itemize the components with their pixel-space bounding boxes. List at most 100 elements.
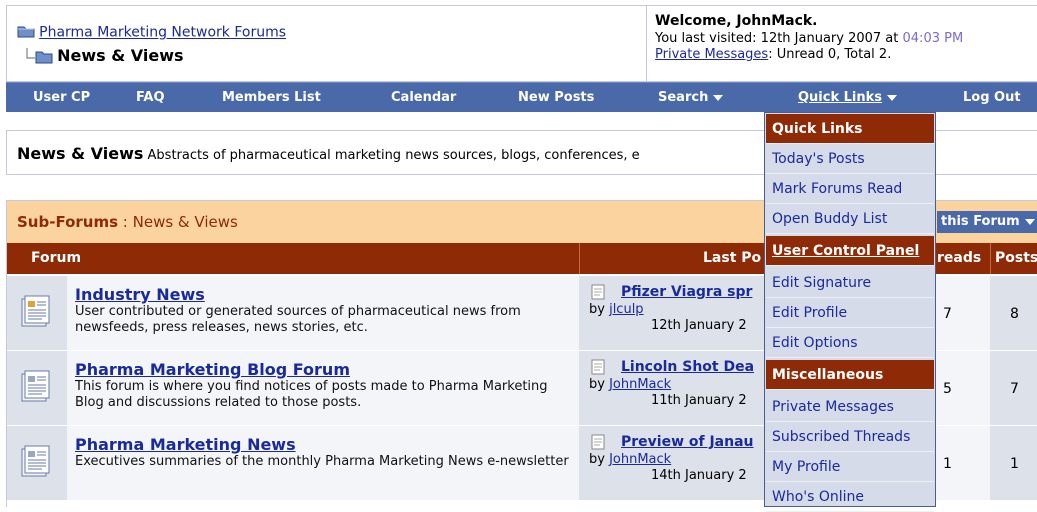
- forum-tools-label: this Forum: [941, 214, 1020, 229]
- nav-quick-links-label: Quick Links: [798, 90, 883, 105]
- menu-header-user-control-panel[interactable]: User Control Panel: [766, 236, 934, 266]
- threads-cell: 5: [934, 351, 990, 425]
- forum-description-line: News & Views Abstracts of pharmaceutical…: [17, 144, 640, 163]
- last-visited: You last visited: 12th January 2007 at 0…: [655, 31, 963, 46]
- last-post-by: by JohnMack: [589, 452, 671, 467]
- posts-cell: 7: [990, 351, 1037, 425]
- last-post-by: by jlculp: [589, 302, 644, 317]
- last-post-date: 11th January 2: [651, 393, 747, 408]
- post-count: 8: [1010, 306, 1019, 322]
- column-divider: [579, 243, 580, 274]
- last-visited-label: You last visited: 12th January 2007 at: [655, 31, 903, 46]
- column-threads[interactable]: reads: [937, 250, 981, 266]
- chevron-down-icon: [1024, 218, 1035, 225]
- menu-item-edit-signature[interactable]: Edit Signature: [766, 268, 934, 298]
- last-post-title-link[interactable]: Lincoln Shot Dea: [621, 359, 754, 375]
- forum-cell: Industry News User contributed or genera…: [67, 276, 579, 350]
- by-label: by: [589, 302, 610, 317]
- forum-tools-button[interactable]: this Forum: [937, 211, 1037, 233]
- menu-item-private-messages[interactable]: Private Messages: [766, 392, 934, 422]
- forum-folder-icon: [17, 24, 35, 42]
- posts-cell: 8: [990, 276, 1037, 350]
- menu-item-whos-online[interactable]: Who's Online: [766, 482, 934, 512]
- menu-item-my-profile[interactable]: My Profile: [766, 452, 934, 482]
- threads-cell: 1: [934, 426, 990, 500]
- nav-search-label: Search: [658, 90, 709, 105]
- by-label: by: [589, 452, 610, 467]
- welcome-panel: Welcome, JohnMack. You last visited: 12t…: [646, 6, 1037, 81]
- chevron-down-icon: [713, 94, 724, 101]
- by-label: by: [589, 377, 610, 392]
- pm-status: : Unread 0, Total 2.: [768, 47, 892, 62]
- forum-description-title: News & Views: [17, 144, 144, 163]
- thread-count: 5: [943, 381, 952, 397]
- nav-faq[interactable]: FAQ: [136, 83, 165, 113]
- last-post-user-link[interactable]: jlculp: [609, 302, 643, 317]
- pm-summary: Private Messages: Unread 0, Total 2.: [655, 47, 891, 62]
- last-post-user-link[interactable]: JohnMack: [609, 452, 671, 467]
- thread-count: 7: [943, 306, 952, 322]
- menu-header-miscellaneous: Miscellaneous: [766, 360, 934, 390]
- last-post-user-link[interactable]: JohnMack: [609, 377, 671, 392]
- menu-item-mark-forums-read[interactable]: Mark Forums Read: [766, 174, 934, 204]
- last-post-by: by JohnMack: [589, 377, 671, 392]
- thread-count: 1: [943, 456, 952, 472]
- nav-members-list[interactable]: Members List: [222, 83, 321, 113]
- subforums-heading: Sub-Forums : News & Views: [17, 213, 238, 231]
- site-home-link[interactable]: Pharma Marketing Network Forums: [39, 25, 286, 41]
- post-icon: [591, 434, 605, 454]
- menu-item-todays-posts[interactable]: Today's Posts: [766, 144, 934, 174]
- last-visited-time: 04:03 PM: [902, 31, 964, 46]
- post-count: 7: [1010, 381, 1019, 397]
- forum-cell: Pharma Marketing News Executives summari…: [67, 426, 579, 500]
- menu-item-open-buddy-list[interactable]: Open Buddy List: [766, 204, 934, 234]
- post-icon: [591, 359, 605, 379]
- private-messages-link[interactable]: Private Messages: [655, 47, 768, 62]
- column-posts[interactable]: Posts: [995, 250, 1037, 266]
- nav-calendar[interactable]: Calendar: [391, 83, 456, 113]
- forum-description: This forum is where you find notices of …: [75, 379, 548, 410]
- welcome-text: Welcome, JohnMack.: [655, 13, 818, 29]
- last-post-date: 12th January 2: [651, 318, 747, 333]
- menu-item-subscribed-threads[interactable]: Subscribed Threads: [766, 422, 934, 452]
- forum-description-text: Abstracts of pharmaceutical marketing ne…: [147, 148, 640, 163]
- nav-new-posts[interactable]: New Posts: [518, 83, 594, 113]
- forum-description: Executives summaries of the monthly Phar…: [75, 454, 569, 469]
- column-divider: [990, 243, 991, 274]
- post-count: 1: [1010, 456, 1019, 472]
- nav-search[interactable]: Search: [658, 83, 724, 113]
- subforums-name: News & Views: [132, 213, 238, 231]
- forum-title-link[interactable]: Pharma Marketing News: [75, 435, 296, 454]
- breadcrumb: Pharma Marketing Network Forums: [17, 24, 286, 42]
- current-forum-title: News & Views: [57, 46, 184, 65]
- tree-branch-icon: [25, 47, 53, 68]
- menu-header-quick-links: Quick Links: [766, 114, 934, 144]
- forum-status-cell: [7, 276, 67, 350]
- posts-cell: 1: [990, 426, 1037, 500]
- forum-no-new-posts-icon: [19, 369, 53, 407]
- post-icon: [591, 284, 605, 304]
- forum-cell: Pharma Marketing Blog Forum This forum i…: [67, 351, 579, 425]
- nav-user-cp[interactable]: User CP: [33, 83, 90, 113]
- forum-title-link[interactable]: Industry News: [75, 285, 205, 304]
- subforums-label: Sub-Forums: [17, 213, 119, 231]
- current-forum-crumb: News & Views: [25, 46, 184, 68]
- last-post-title-link[interactable]: Pfizer Viagra spr: [621, 284, 752, 300]
- forum-title-link[interactable]: Pharma Marketing Blog Forum: [75, 360, 350, 379]
- forum-status-cell: [7, 426, 67, 500]
- threads-cell: 7: [934, 276, 990, 350]
- column-forum[interactable]: Forum: [31, 250, 81, 266]
- menu-item-edit-options[interactable]: Edit Options: [766, 328, 934, 358]
- forum-status-cell: [7, 351, 67, 425]
- last-post-title-link[interactable]: Preview of Janau: [621, 434, 754, 450]
- header-panel: Pharma Marketing Network Forums News & V…: [6, 5, 1037, 82]
- column-last-post[interactable]: Last Po: [703, 250, 761, 266]
- subforums-separator: :: [118, 213, 133, 231]
- nav-log-out[interactable]: Log Out: [963, 83, 1021, 113]
- forum-new-posts-icon: [19, 294, 53, 332]
- menu-item-edit-profile[interactable]: Edit Profile: [766, 298, 934, 328]
- nav-bar: User CP FAQ Members List Calendar New Po…: [6, 82, 1037, 112]
- forum-description: User contributed or generated sources of…: [75, 304, 521, 335]
- nav-quick-links[interactable]: Quick Links: [798, 83, 898, 113]
- chevron-down-icon: [887, 94, 898, 101]
